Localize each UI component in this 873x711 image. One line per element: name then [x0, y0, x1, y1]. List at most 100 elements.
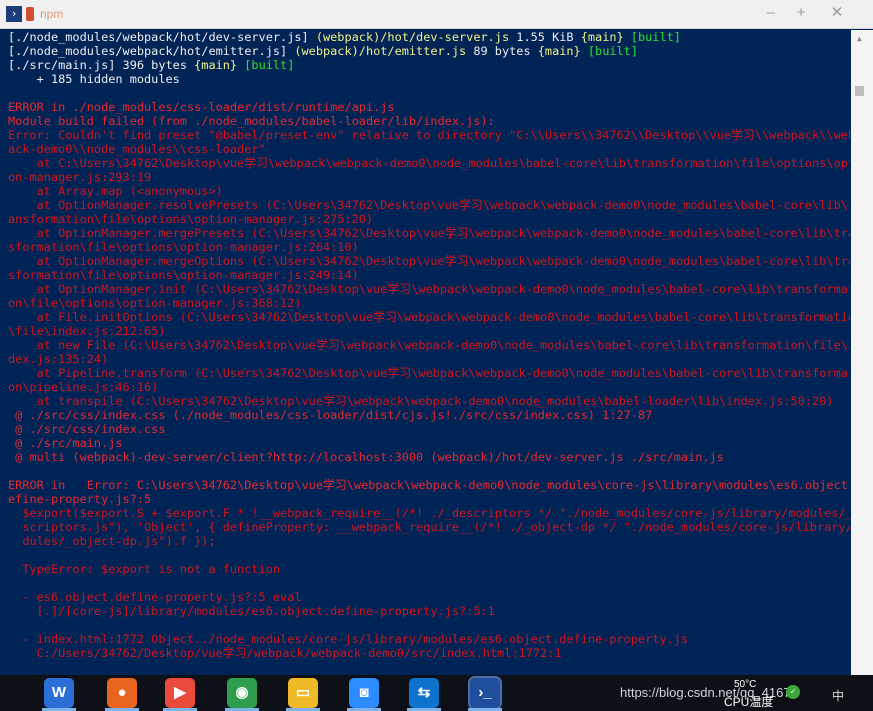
console-line: at C:\Users\34762\Desktop\vue学习\webpack\… [8, 156, 850, 170]
console-line: on\file\options\option-manager.js:368:12… [8, 296, 850, 310]
console-text: C:/Users/34762/Desktop/vue学习/webpack/web… [8, 646, 562, 660]
console-line: at File.initOptions (C:\Users\34762\Desk… [8, 310, 850, 324]
console-text: $export($export.S + $export.F * !__webpa… [8, 506, 850, 520]
console-text: at C:\Users\34762\Desktop\vue学习\webpack\… [8, 156, 850, 170]
console-text: @ ./src/main.js [8, 436, 123, 450]
console-text: {main} [537, 44, 581, 58]
console-line: @ multi (webpack)-dev-server/client?http… [8, 450, 850, 464]
console-text: on-manager.js:293:19 [8, 170, 152, 184]
scroll-up-icon[interactable]: ▲ [857, 34, 862, 43]
console-line: [./src/main.js] 396 bytes {main} [built] [8, 58, 850, 72]
window-title: npm [40, 7, 64, 21]
console-line: sformation\file\options\option-manager.j… [8, 240, 850, 254]
console-text: sformation\file\options\option-manager.j… [8, 240, 359, 254]
console-line: \file\index.js:212:65) [8, 324, 850, 338]
console-line: - index.html:1772 Object../node_modules/… [8, 632, 850, 646]
console-line: + 185 hidden modules [8, 72, 850, 86]
console-text: [built] [580, 44, 638, 58]
console-text: sformation\file\options\option-manager.j… [8, 268, 359, 282]
console-text: - es6.object.define-property.js?:5 eval [8, 590, 302, 604]
console-text: TypeError: $export is not a function [8, 562, 281, 576]
console-text: + 185 hidden modules [8, 72, 180, 86]
cpu-temperature-label: CPU温度 [724, 695, 774, 709]
console-text: at Array.map (<anonymous>) [8, 184, 223, 198]
wps-icon[interactable]: W [44, 678, 74, 708]
console-text: (webpack)/hot/emitter.js [294, 44, 467, 58]
console-line: dules/_object-dp.js").f }); [8, 534, 850, 548]
console-line: at OptionManager.mergeOptions (C:\Users\… [8, 254, 850, 268]
console-line: at Pipeline.transform (C:\Users\34762\De… [8, 366, 850, 380]
powershell-icon[interactable]: ›_ [468, 676, 502, 710]
console-text: on\pipeline.js:46:16) [8, 380, 159, 394]
console-text: efine-property.js?:5 [8, 492, 152, 506]
console-text: scriptors.js"), 'Object', { defineProper… [8, 520, 850, 534]
console-text: @ multi (webpack)-dev-server/client?http… [8, 450, 724, 464]
console-text: {main} [194, 58, 238, 72]
console-output[interactable]: [./node_modules/webpack/hot/dev-server.j… [8, 30, 850, 675]
console-text: [./node_modules/webpack/hot/dev-server.j… [8, 30, 316, 44]
console-text: [./node_modules/webpack/hot/emitter.js] [8, 44, 295, 58]
console-text: at OptionManager.init (C:\Users\34762\De… [8, 282, 850, 296]
console-text: [built] [237, 58, 295, 72]
input-language-indicator[interactable]: 中 [832, 687, 844, 704]
console-line: at Array.map (<anonymous>) [8, 184, 850, 198]
zoom-icon[interactable]: ◙ [349, 678, 379, 708]
console-line: at new File (C:\Users\34762\Desktop\vue学… [8, 338, 850, 352]
console-text: at File.initOptions (C:\Users\34762\Desk… [8, 310, 850, 324]
console-text: at new File (C:\Users\34762\Desktop\vue学… [8, 338, 850, 352]
console-text: [built] [623, 30, 681, 44]
console-line: at OptionManager.mergePresets (C:\Users\… [8, 226, 850, 240]
console-text: dex.js:135:24) [8, 352, 109, 366]
chrome-icon[interactable]: ◉ [227, 678, 257, 708]
console-text: dules/_object-dp.js").f }); [8, 534, 216, 548]
console-line: [./node_modules/webpack/hot/dev-server.j… [8, 30, 850, 44]
scrollbar-thumb[interactable] [855, 86, 864, 96]
console-line: Error: Couldn't find preset "@babel/pres… [8, 128, 850, 142]
console-line: $export($export.S + $export.F * !__webpa… [8, 506, 850, 520]
console-text: [./src/main.js] [8, 58, 116, 72]
console-line: sformation\file\options\option-manager.j… [8, 268, 850, 282]
console-text: Module build failed (from ./node_modules… [8, 114, 495, 128]
console-text: at Pipeline.transform (C:\Users\34762\De… [8, 366, 850, 380]
console-line: ERROR in ./node_modules/css-loader/dist/… [8, 100, 850, 114]
console-text: 396 bytes [115, 58, 195, 72]
console-line: [.]/[core-js]/library/modules/es6.object… [8, 604, 850, 618]
file-explorer-icon[interactable]: ▭ [288, 678, 318, 708]
title-bar[interactable]: › npm – + ✕ [0, 0, 873, 29]
video-icon[interactable]: ▶ [165, 678, 195, 708]
console-text: ERROR in ./node_modules/css-loader/dist/… [8, 100, 395, 114]
console-line: efine-property.js?:5 [8, 492, 850, 506]
console-line: dex.js:135:24) [8, 352, 850, 366]
teamviewer-icon[interactable]: ⇆ [409, 678, 439, 708]
console-text: (webpack)/hot/dev-server.js [315, 30, 510, 44]
taskbar: W ● ▶ ◉ ▭ ◙ ⇆ ›_ https://blog.csdn.net/qq_41672… [0, 675, 873, 711]
npm-icon [26, 7, 34, 21]
console-text: ack-demo0\\node_modules\\css-loader" [8, 142, 266, 156]
console-text: on\file\options\option-manager.js:368:12… [8, 296, 302, 310]
vertical-scrollbar[interactable]: ▲ [851, 30, 873, 675]
console-line: at transpile (C:\Users\34762\Desktop\vue… [8, 394, 850, 408]
console-text: {main} [580, 30, 624, 44]
security-shield-icon[interactable]: ✓ [786, 685, 800, 699]
close-button[interactable]: ✕ [820, 0, 854, 28]
console-line: @ ./src/css/index.css (./node_modules/cs… [8, 408, 850, 422]
console-text: [.]/[core-js]/library/modules/es6.object… [8, 604, 495, 618]
maximize-button[interactable]: + [784, 0, 818, 28]
console-text: \file\index.js:212:65) [8, 324, 166, 338]
console-text: at OptionManager.mergeOptions (C:\Users\… [8, 254, 850, 268]
console-text: ansformation\file\options\option-manager… [8, 212, 374, 226]
terminal-window: › npm – + ✕ [./node_modules/webpack/hot/… [0, 0, 873, 675]
console-line: TypeError: $export is not a function [8, 562, 850, 576]
console-line: C:/Users/34762/Desktop/vue学习/webpack/web… [8, 646, 850, 660]
firefox-icon[interactable]: ● [107, 678, 137, 708]
powershell-icon: › [6, 6, 22, 22]
console-line: scriptors.js"), 'Object', { defineProper… [8, 520, 850, 534]
console-line: ERROR in Error: C:\Users\34762\Desktop\v… [8, 478, 850, 492]
console-text: at OptionManager.mergePresets (C:\Users\… [8, 226, 850, 240]
minimize-button[interactable]: – [754, 0, 788, 28]
